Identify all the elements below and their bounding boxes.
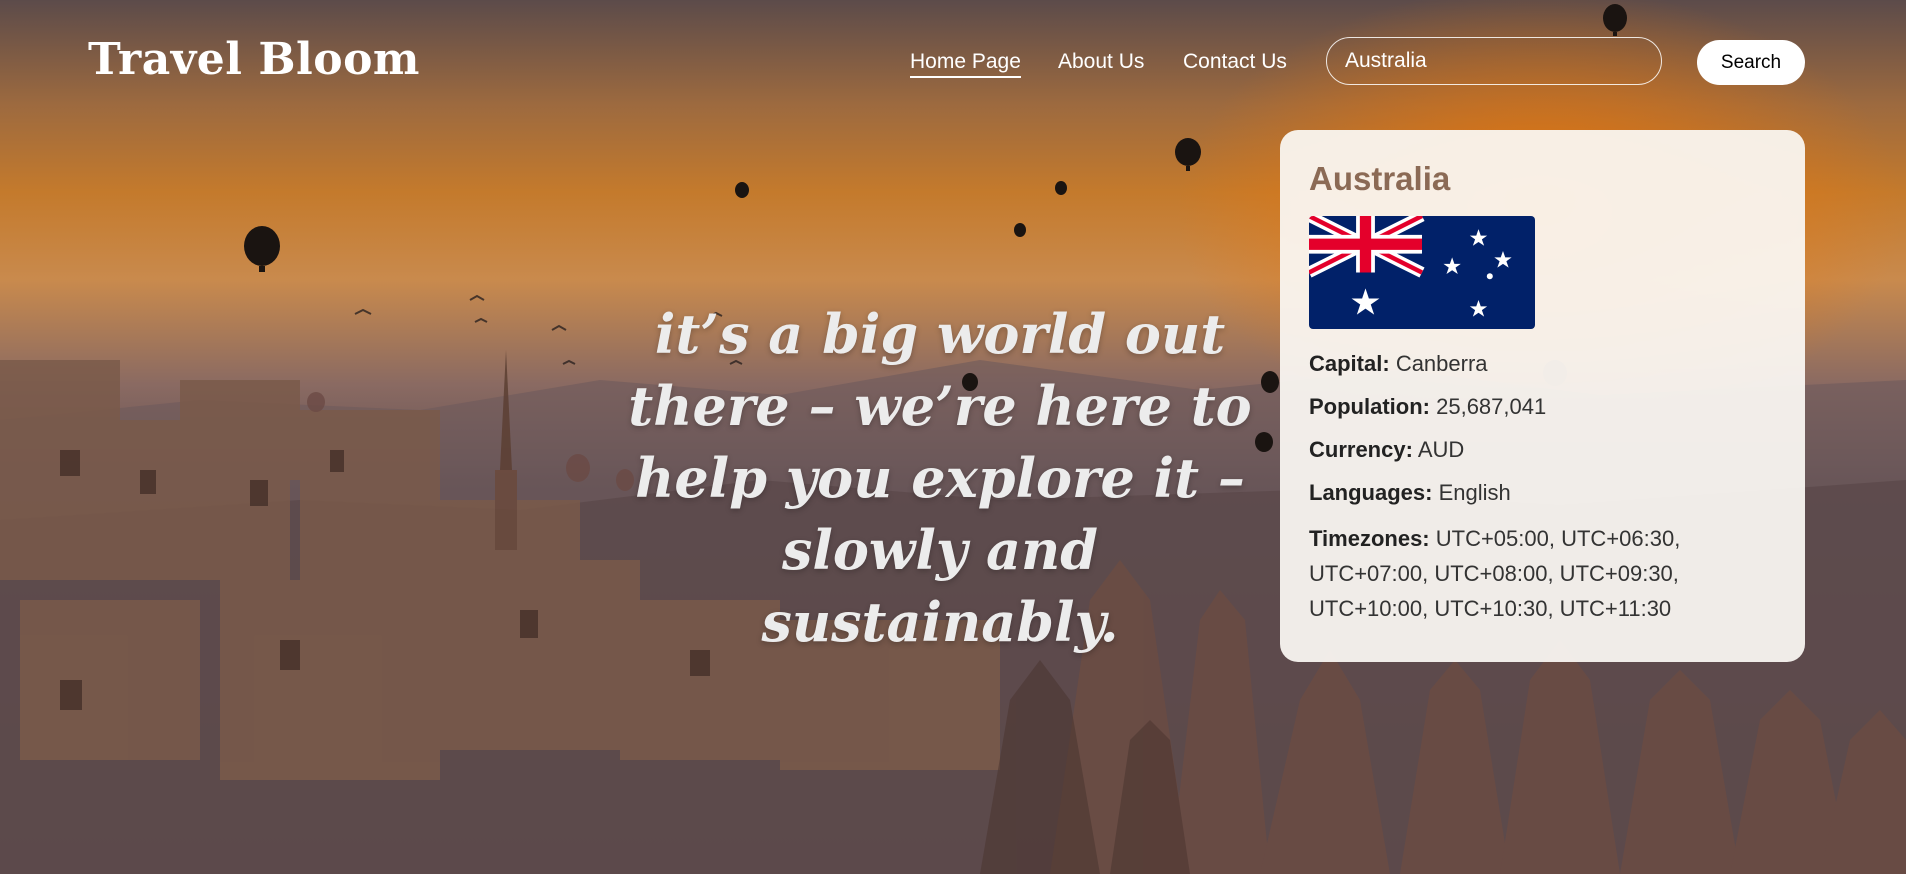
timezones-label: Timezones: [1309,526,1430,551]
search-button[interactable]: Search [1697,40,1805,85]
country-result-card: Australia Capital: Canberra Population: … [1280,130,1805,662]
population-row: Population: 25,687,041 [1309,392,1776,422]
nav-about-us[interactable]: About Us [1058,50,1144,74]
capital-row: Capital: Canberra [1309,349,1776,379]
currency-value: AUD [1417,437,1465,462]
australia-flag-icon [1309,216,1535,329]
hero-tagline: it’s a big world out there – we’re here … [628,302,1252,654]
nav-contact-us[interactable]: Contact Us [1183,50,1287,74]
country-name: Australia [1309,160,1451,197]
capital-label: Capital: [1309,351,1390,376]
population-value: 25,687,041 [1436,394,1547,419]
search-input[interactable] [1326,37,1662,85]
nav-home[interactable]: Home Page [910,50,1021,78]
currency-label: Currency: [1309,437,1413,462]
languages-row: Languages: English [1309,478,1776,508]
capital-value: Canberra [1395,351,1488,376]
languages-value: English [1438,480,1511,505]
site-logo[interactable]: Travel Bloom [88,34,420,85]
languages-label: Languages: [1309,480,1433,505]
currency-row: Currency: AUD [1309,435,1776,465]
timezones-row: Timezones: UTC+05:00, UTC+06:30, UTC+07:… [1309,521,1776,626]
population-label: Population: [1309,394,1430,419]
